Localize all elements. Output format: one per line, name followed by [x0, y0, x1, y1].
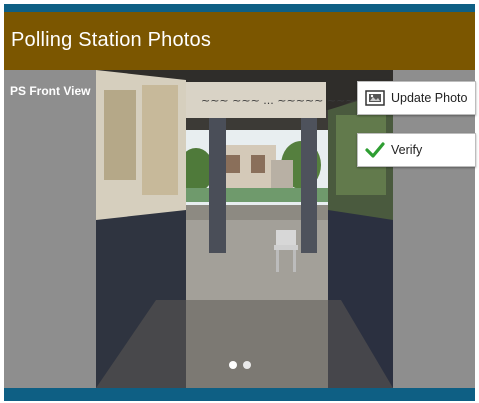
carousel-pager [229, 361, 251, 369]
pager-dot-1[interactable] [229, 361, 237, 369]
section-label: PS Front View [10, 84, 91, 98]
update-photo-button[interactable]: Update Photo [357, 81, 476, 115]
pager-dot-2[interactable] [243, 361, 251, 369]
verify-button[interactable]: Verify [357, 133, 476, 167]
photo-update-icon [364, 87, 386, 109]
wall-sign: ~~~ ~~~ ... ~~~~~ ~~~ [201, 94, 355, 107]
checkmark-icon [364, 139, 386, 161]
polling-station-photo[interactable]: ~~~ ~~~ ... ~~~~~ ~~~ [96, 70, 393, 388]
page-title: Polling Station Photos [11, 29, 212, 51]
bottom-accent-strip [4, 388, 475, 401]
verify-label: Verify [391, 143, 423, 157]
top-accent-strip [4, 4, 475, 12]
photo-image: ~~~ ~~~ ... ~~~~~ ~~~ [96, 70, 393, 388]
update-photo-label: Update Photo [391, 91, 468, 105]
